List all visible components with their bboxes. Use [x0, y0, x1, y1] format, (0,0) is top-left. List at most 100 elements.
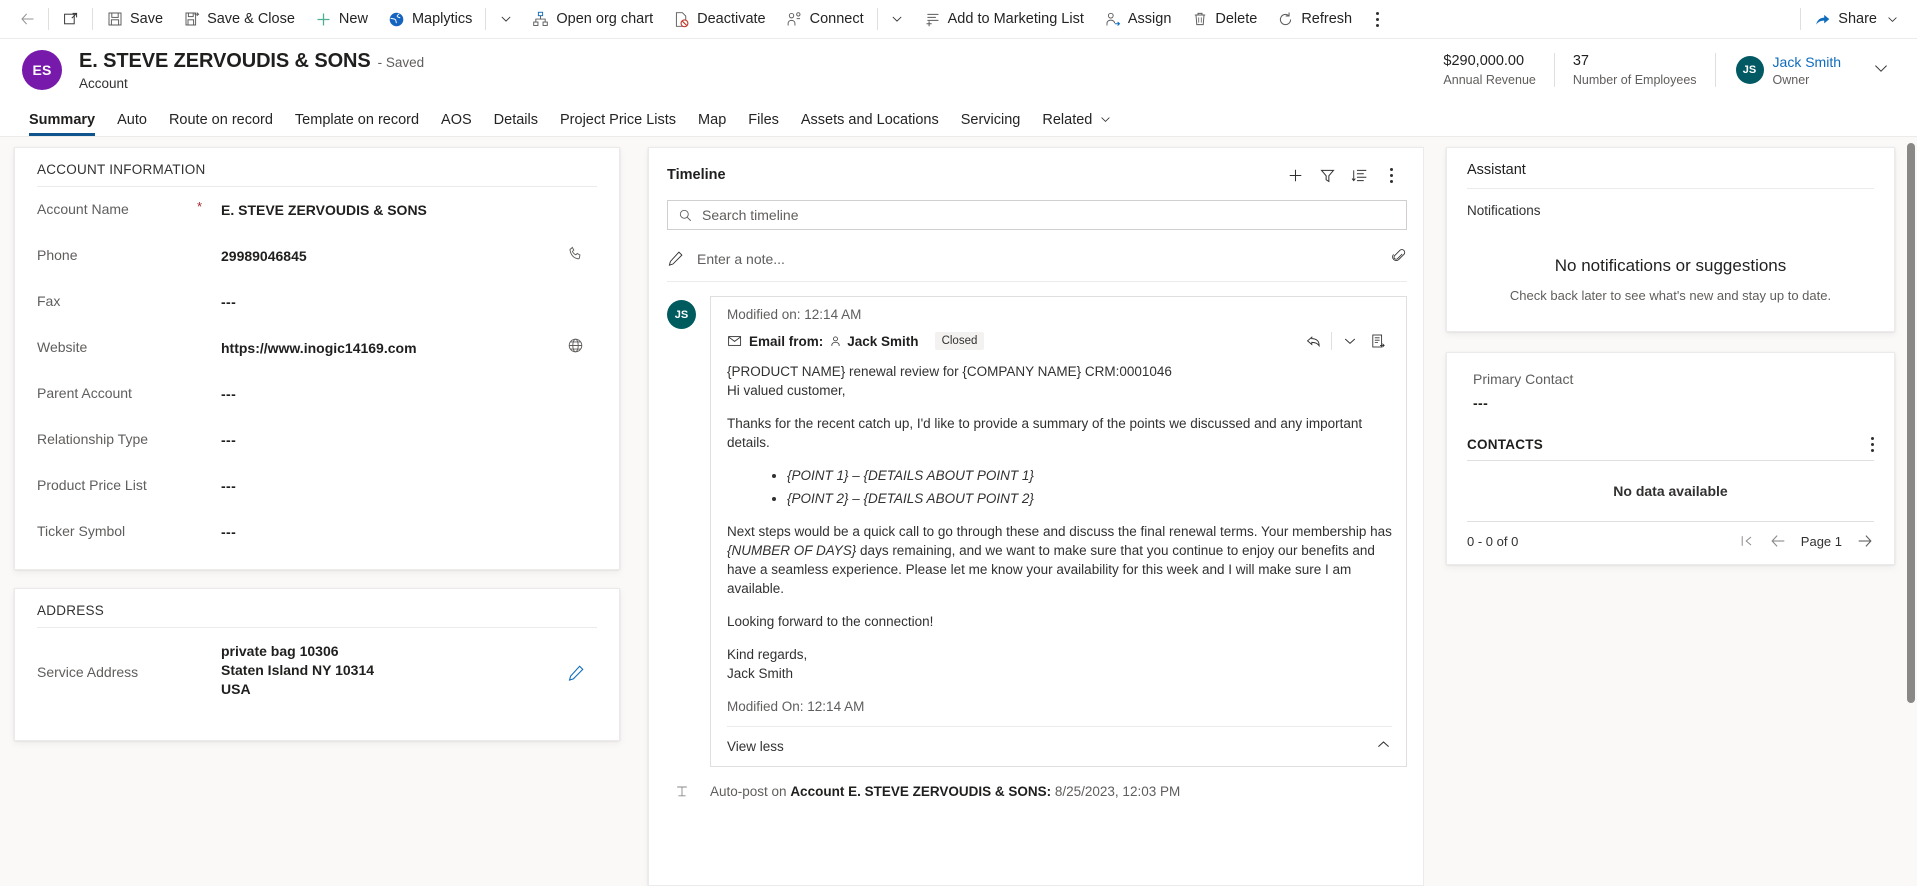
primary-contact-value[interactable]: --- [1447, 387, 1894, 411]
refresh-button[interactable]: Refresh [1267, 0, 1362, 38]
timeline-record-type-label: Email from: [749, 333, 824, 349]
phone-icon[interactable] [567, 233, 597, 267]
required-indicator-empty [197, 628, 221, 640]
sort-timeline-button[interactable] [1343, 160, 1375, 190]
tab-template-on-record[interactable]: Template on record [284, 112, 430, 137]
contacts-section-header: CONTACTS [1447, 411, 1894, 460]
tab-project-price-lists[interactable]: Project Price Lists [549, 112, 687, 137]
tab-assets-and-locations[interactable]: Assets and Locations [790, 111, 950, 137]
deactivate-button[interactable]: Deactivate [663, 0, 776, 38]
connect-dropdown-button[interactable] [881, 0, 914, 38]
field-account-name[interactable]: Account Name * E. STEVE ZERVOUDIS & SONS [15, 187, 619, 233]
field-service-address[interactable]: Service Address private bag 10306 Staten… [15, 628, 619, 714]
required-indicator-empty [197, 463, 221, 475]
field-ticker-symbol[interactable]: Ticker Symbol --- [15, 509, 619, 555]
note-input[interactable]: Enter a note... [667, 244, 1407, 282]
header-expand-button[interactable] [1867, 54, 1895, 87]
timeline-person[interactable]: Jack Smith [829, 334, 919, 349]
save-label: Save [130, 11, 164, 27]
reply-button[interactable] [1299, 328, 1327, 354]
chevron-up-icon [1375, 736, 1392, 756]
chevron-down-icon [1884, 11, 1901, 28]
first-page-button[interactable] [1739, 533, 1755, 549]
tab-aos[interactable]: AOS [430, 112, 483, 137]
field-relationship-type[interactable]: Relationship Type --- [15, 417, 619, 463]
tab-related[interactable]: Related [1031, 112, 1123, 137]
email-greeting: Hi valued customer, [727, 383, 846, 398]
first-page-icon [1741, 536, 1752, 546]
header-field-number-of-employees[interactable]: 37 Number of Employees [1555, 53, 1716, 87]
entity-name: Account [79, 75, 128, 91]
globe-icon[interactable] [567, 325, 597, 359]
field-website[interactable]: Website https://www.inogic14169.com [15, 325, 619, 371]
contacts-more-commands-button[interactable] [1871, 437, 1874, 452]
open-in-new-window-button[interactable] [52, 0, 89, 38]
back-arrow-icon [19, 11, 36, 28]
field-label: Phone [37, 247, 78, 263]
timeline-column: Timeline Search timeline Enter a note...… [634, 137, 1424, 886]
required-indicator: * [197, 199, 203, 214]
owner-avatar: JS [1735, 56, 1764, 84]
owner-role-label: Owner [1772, 72, 1810, 87]
field-label: Product Price List [37, 477, 147, 493]
field-parent-account[interactable]: Parent Account --- [15, 371, 619, 417]
next-page-button[interactable] [1856, 532, 1874, 550]
expand-entry-button[interactable] [1336, 328, 1364, 354]
pencil-icon[interactable] [567, 628, 597, 687]
view-less-button[interactable]: View less [727, 726, 1392, 756]
field-label: Account Name [37, 201, 129, 217]
page-scrollbar-thumb[interactable] [1907, 143, 1915, 703]
note-placeholder: Enter a note... [697, 250, 785, 267]
address-section: ADDRESS Service Address private bag 1030… [14, 588, 620, 741]
open-org-chart-button[interactable]: Open org chart [522, 0, 663, 38]
tab-label: Files [748, 111, 779, 128]
search-timeline-input[interactable]: Search timeline [667, 200, 1407, 230]
filter-timeline-button[interactable] [1311, 160, 1343, 190]
create-timeline-record-button[interactable] [1279, 160, 1311, 190]
share-button[interactable]: Share [1804, 0, 1911, 38]
timeline-autopost-entry[interactable]: Auto-post on Account E. STEVE ZERVOUDIS … [649, 767, 1423, 799]
save-button[interactable]: Save [96, 0, 173, 38]
maplytics-button[interactable]: Maplytics [378, 0, 482, 38]
assign-button[interactable]: Assign [1094, 0, 1182, 38]
timeline-more-commands-button[interactable] [1375, 160, 1407, 190]
tab-route-on-record[interactable]: Route on record [158, 112, 284, 137]
tab-summary[interactable]: Summary [18, 112, 106, 137]
tab-auto[interactable]: Auto [106, 111, 158, 137]
popout-icon [62, 11, 79, 28]
field-product-price-list[interactable]: Product Price List --- [15, 463, 619, 509]
tab-label: Auto [117, 111, 147, 128]
page-scrollbar[interactable] [1905, 137, 1917, 886]
email-signature-name: Jack Smith [727, 666, 794, 681]
tab-details[interactable]: Details [483, 112, 549, 137]
field-fax[interactable]: Fax --- [15, 279, 619, 325]
header-field-annual-revenue[interactable]: $290,000.00 Annual Revenue [1425, 53, 1555, 87]
delete-button[interactable]: Delete [1181, 0, 1267, 38]
save-and-close-button[interactable]: Save & Close [173, 0, 305, 38]
maplytics-dropdown-button[interactable] [489, 0, 522, 38]
previous-page-button[interactable] [1769, 532, 1787, 550]
more-dot [1389, 179, 1393, 183]
tab-files[interactable]: Files [737, 111, 790, 137]
save-and-close-label: Save & Close [207, 11, 295, 27]
field-value: --- [221, 478, 237, 494]
new-button[interactable]: New [305, 0, 378, 38]
timeline-entry-card[interactable]: Modified on: 12:14 AM Email from: Jack S… [710, 296, 1407, 767]
back-button[interactable] [10, 0, 45, 38]
open-record-button[interactable] [1364, 328, 1392, 354]
tab-map[interactable]: Map [687, 112, 737, 137]
add-to-marketing-list-button[interactable]: Add to Marketing List [914, 0, 1094, 38]
timeline-entry: JS Modified on: 12:14 AM Email from: Jac… [649, 282, 1423, 767]
left-column: ACCOUNT INFORMATION Account Name * E. ST… [0, 137, 634, 886]
section-header-address: ADDRESS [37, 603, 105, 618]
owner-name[interactable]: Jack Smith [1773, 54, 1841, 70]
command-bar-overflow-button[interactable] [1362, 0, 1393, 38]
timeline-modified-on: Modified on: 12:14 AM [727, 307, 862, 322]
field-phone[interactable]: Phone 29989046845 [15, 233, 619, 279]
header-field-owner[interactable]: JS Jack Smith Owner [1716, 54, 1841, 87]
tab-servicing[interactable]: Servicing [950, 112, 1032, 137]
timeline-scrollbar[interactable] [1413, 148, 1423, 885]
paperclip-icon[interactable] [1391, 248, 1407, 269]
tab-label: Assets and Locations [800, 111, 939, 128]
connect-button[interactable]: Connect [776, 0, 874, 38]
